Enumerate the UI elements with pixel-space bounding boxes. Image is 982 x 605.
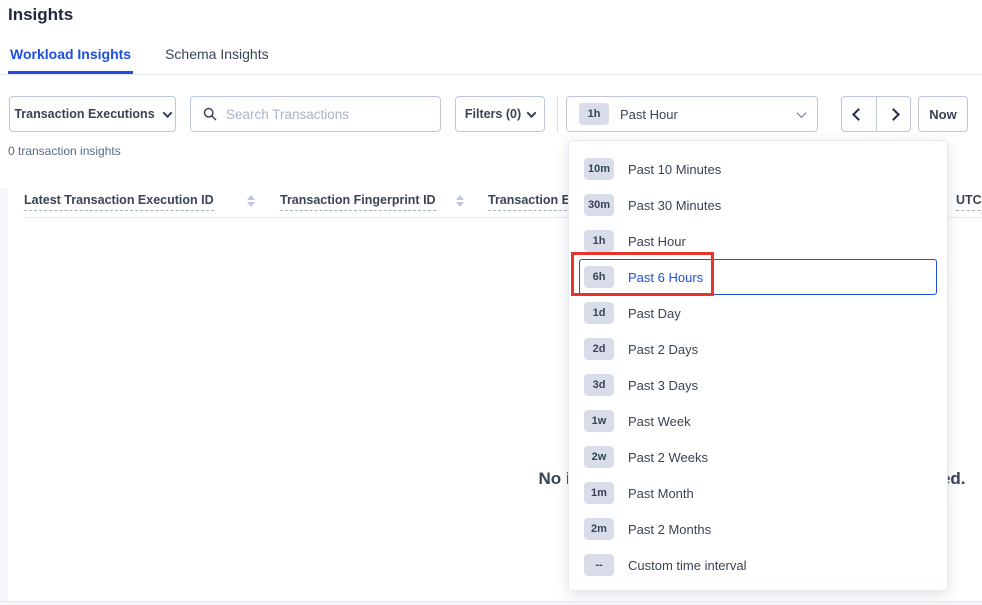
now-label: Now: [929, 107, 956, 122]
time-option-badge: 1d: [584, 302, 614, 324]
chevron-right-icon: [887, 108, 900, 121]
time-option-label: Past 6 Hours: [628, 270, 703, 285]
search-box[interactable]: [190, 96, 441, 132]
page-title: Insights: [8, 5, 73, 25]
time-option-past-month[interactable]: 1m Past Month: [569, 475, 947, 511]
time-interval-label: Past Hour: [620, 107, 678, 122]
transaction-type-label: Transaction Executions: [14, 107, 154, 121]
column-header-transaction-fingerprint-id[interactable]: Transaction Fingerprint ID: [280, 193, 436, 211]
time-option-past-2-days[interactable]: 2d Past 2 Days: [569, 331, 947, 367]
time-option-label: Past 30 Minutes: [628, 198, 721, 213]
time-option-past-3-days[interactable]: 3d Past 3 Days: [569, 367, 947, 403]
time-interval-picker[interactable]: 1h Past Hour: [566, 96, 818, 132]
filters-label: Filters (0): [465, 107, 521, 121]
time-option-past-week[interactable]: 1w Past Week: [569, 403, 947, 439]
time-option-badge: 1h: [584, 230, 614, 252]
chevron-down-icon: [527, 108, 537, 118]
tab-schema-insights[interactable]: Schema Insights: [163, 44, 271, 74]
time-option-badge: 2d: [584, 338, 614, 360]
now-button[interactable]: Now: [918, 96, 968, 132]
time-option-past-day[interactable]: 1d Past Day: [569, 295, 947, 331]
chevron-left-icon: [853, 108, 866, 121]
time-option-custom-time-interval[interactable]: -- Custom time interval: [569, 547, 947, 583]
column-header-utc[interactable]: UTC): [956, 193, 982, 211]
time-option-label: Past 10 Minutes: [628, 162, 721, 177]
tab-bar: Workload Insights Schema Insights: [0, 44, 982, 75]
time-option-label: Custom time interval: [628, 558, 746, 573]
transaction-type-select[interactable]: Transaction Executions: [9, 96, 176, 132]
time-prev-button[interactable]: [842, 97, 876, 131]
chevron-down-icon: [797, 108, 807, 118]
chevron-down-icon: [162, 108, 172, 118]
time-nav-group: [841, 96, 911, 132]
time-option-badge: 1m: [584, 482, 614, 504]
time-option-label: Past 2 Weeks: [628, 450, 708, 465]
time-option-badge: 10m: [584, 158, 614, 180]
sort-icon[interactable]: [456, 195, 464, 207]
time-option-label: Past Week: [628, 414, 691, 429]
time-option-label: Past 2 Days: [628, 342, 698, 357]
time-interval-dropdown: 10m Past 10 Minutes 30m Past 30 Minutes …: [568, 140, 948, 591]
toolbar-divider: [557, 96, 558, 132]
tab-workload-insights[interactable]: Workload Insights: [8, 44, 133, 74]
time-option-past-6-hours[interactable]: 6h Past 6 Hours: [579, 259, 937, 295]
column-header-latest-transaction-execution-id[interactable]: Latest Transaction Execution ID: [24, 193, 214, 211]
time-option-label: Past Month: [628, 486, 694, 501]
time-option-past-2-weeks[interactable]: 2w Past 2 Weeks: [569, 439, 947, 475]
time-option-badge: --: [584, 554, 614, 576]
time-option-past-2-months[interactable]: 2m Past 2 Months: [569, 511, 947, 547]
time-option-past-10-minutes[interactable]: 10m Past 10 Minutes: [569, 151, 947, 187]
time-option-past-hour[interactable]: 1h Past Hour: [569, 223, 947, 259]
time-interval-badge: 1h: [579, 103, 609, 125]
time-option-label: Past 3 Days: [628, 378, 698, 393]
search-input[interactable]: [226, 107, 428, 122]
time-next-button[interactable]: [876, 97, 910, 131]
time-option-badge: 1w: [584, 410, 614, 432]
sort-icon[interactable]: [247, 195, 255, 207]
time-option-label: Past 2 Months: [628, 522, 711, 537]
time-option-badge: 30m: [584, 194, 614, 216]
time-option-badge: 2w: [584, 446, 614, 468]
time-option-badge: 6h: [584, 266, 614, 288]
time-option-past-30-minutes[interactable]: 30m Past 30 Minutes: [569, 187, 947, 223]
insights-count: 0 transaction insights: [8, 144, 121, 158]
time-option-badge: 2m: [584, 518, 614, 540]
time-option-label: Past Day: [628, 306, 681, 321]
column-header-transaction-execution[interactable]: Transaction Ex: [488, 193, 577, 211]
time-option-badge: 3d: [584, 374, 614, 396]
filters-button[interactable]: Filters (0): [455, 96, 545, 132]
table-bottom-border: [0, 601, 982, 602]
time-option-label: Past Hour: [628, 234, 686, 249]
search-icon: [203, 107, 217, 121]
